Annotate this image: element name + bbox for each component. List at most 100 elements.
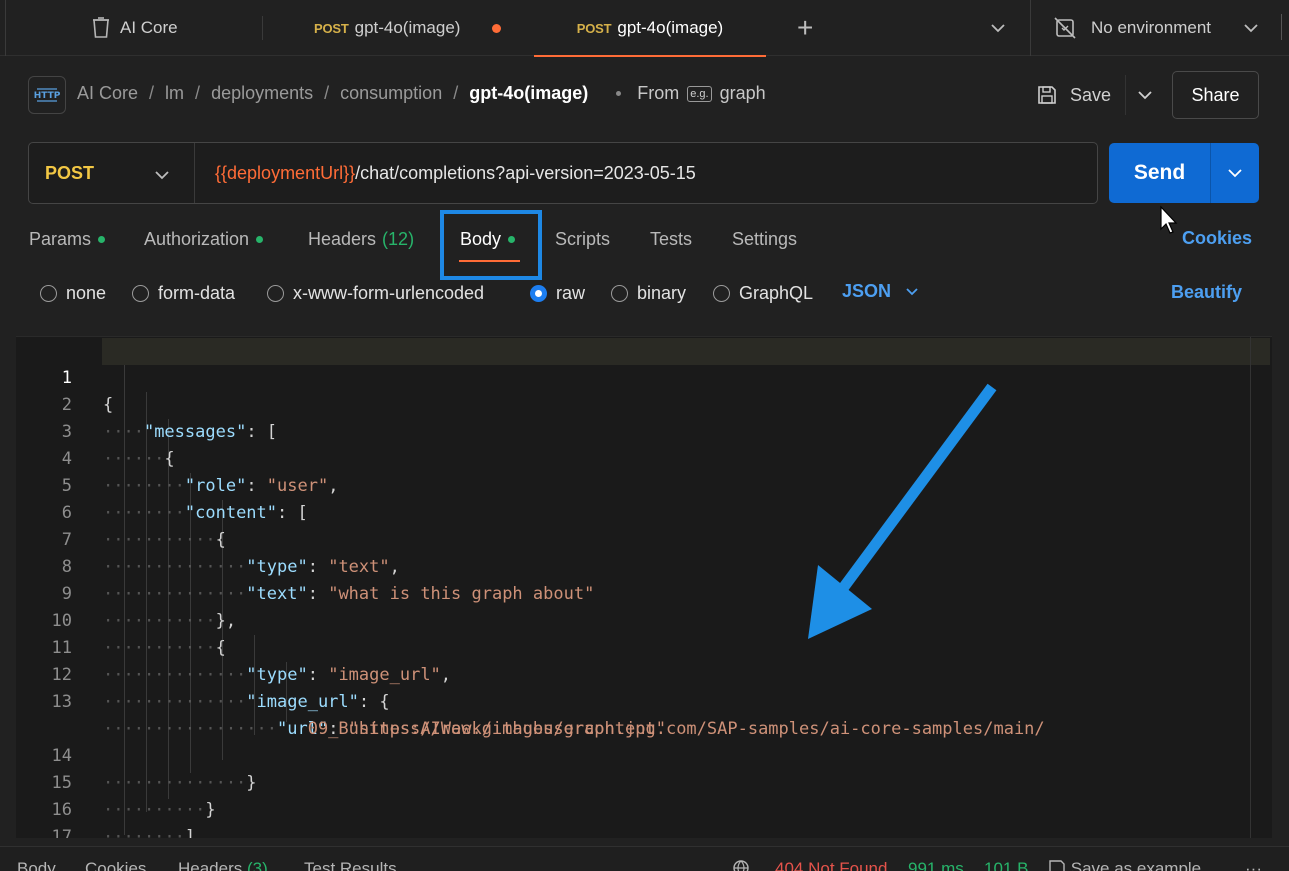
chevron-down-icon [1228,169,1242,178]
code-line: 4 ········"role": "user", [16,419,1272,496]
body-type-urlencoded[interactable]: x-www-form-urlencoded [267,281,484,305]
cookies-link[interactable]: Cookies [1182,228,1252,249]
save-example-button[interactable]: Save as example [1048,859,1201,871]
send-options-button[interactable] [1210,143,1259,203]
share-button[interactable]: Share [1172,71,1259,119]
tab-label: Scripts [555,228,611,249]
response-time[interactable]: 991 ms [908,859,964,871]
chevron-down-icon [1244,24,1258,33]
send-button[interactable]: Send [1109,143,1210,203]
tabs-chevron-down-icon[interactable] [990,20,1006,36]
tab-strip-border [5,0,6,56]
editor-scrollbar[interactable] [1250,337,1251,838]
body-type-none[interactable]: none [40,281,106,305]
tab-request-2-active[interactable]: POST gpt-4o(image) [534,0,766,57]
save-icon [1038,86,1056,104]
tab-authorization[interactable]: Authorization [144,226,264,252]
tab-label: Headers [308,228,377,249]
radio-icon [40,284,57,302]
environment-selector[interactable]: No environment [1030,0,1289,56]
code-line: 8 ··············"text": "what is this gr… [16,527,1272,604]
radio-icon [267,284,284,302]
tab-scripts[interactable]: Scripts [555,226,610,252]
mouse-pointer-icon [1160,205,1178,234]
url-input[interactable]: {{deploymentUrl}}/chat/completions?api-v… [195,163,696,184]
tab-strip: AI Core POST gpt-4o(image) POST gpt-4o(i… [0,0,1289,57]
tab-label: Settings [732,228,798,249]
body-type-form-data[interactable]: form-data [132,281,235,305]
save-label: Save [1070,84,1112,105]
tab-params[interactable]: Params [29,226,106,252]
response-bar: Body Cookies Headers (3) Test Results 40… [0,846,1289,871]
environment-label: No environment [1091,18,1212,37]
code-line: 1 { [16,338,1272,415]
collection-icon [93,17,109,38]
globe-icon[interactable] [732,859,750,871]
url-path: /chat/completions?api-version=2023-05-15 [355,162,696,183]
breadcrumb-item[interactable]: lm [165,83,184,104]
raw-format-select[interactable]: JSON [842,281,919,302]
request-name[interactable]: gpt-4o(image) [469,83,588,104]
body-type-graphql[interactable]: GraphQL [713,281,813,305]
body-type-raw[interactable]: raw [530,281,585,305]
annotation-arrow-icon [808,383,997,639]
svg-text:HTTP: HTTP [34,91,61,101]
method-select[interactable]: POST [29,143,195,203]
radio-label: none [66,282,107,303]
code-line: 16 ········] [16,770,1272,838]
response-size[interactable]: 101 B [984,859,1028,871]
tab-label: Params [29,228,92,249]
headers-count: (12) [382,228,415,249]
method-value: POST [45,162,95,183]
tab-label: Tests [650,228,693,249]
save-group: Save [1036,75,1163,115]
code-line: 14 ··············} [16,716,1272,793]
request-url-bar: POST {{deploymentUrl}}/chat/completions?… [28,142,1098,204]
tab-method: POST [576,20,612,36]
code-line: 11 ··············"type": "image_url", [16,608,1272,685]
tab-settings[interactable]: Settings [732,226,797,252]
response-tab-body[interactable]: Body [17,859,56,871]
code-line: 10 ···········{ [16,581,1272,658]
more-options-icon[interactable]: ··· [1245,859,1262,871]
save-options-button[interactable] [1125,75,1163,115]
tab-method: POST [314,20,349,36]
code-line: 7 ··············"type": "text", [16,500,1272,577]
unsaved-dot-icon [492,23,502,33]
new-tab-plus-icon[interactable]: + [797,14,813,42]
response-tab-cookies[interactable]: Cookies [85,859,146,871]
code-line-wrapped: 09_BusinessAIWeek/images/graph.jpg" [16,689,1272,739]
from-label: From [637,83,680,103]
save-example-label: Save as example [1070,859,1202,871]
code-editor[interactable]: 1 { 2 ····"messages": [ 3 ······{ 4 ····… [16,336,1272,838]
radio-label: form-data [158,282,236,303]
tab-tests[interactable]: Tests [650,226,692,252]
breadcrumb-separator: / [453,83,459,103]
chevron-down-icon [155,171,169,180]
response-status[interactable]: 404 Not Found [775,859,887,871]
radio-icon [611,284,628,302]
body-type-binary[interactable]: binary [611,281,686,305]
code-line: 3 ······{ [16,392,1272,469]
bullet-separator [616,91,622,96]
tab-headers[interactable]: Headers (12) [308,226,414,252]
radio-label: binary [637,282,687,303]
radio-label: x-www-form-urlencoded [293,282,485,303]
response-tab-headers[interactable]: Headers (3) [178,859,268,871]
radio-selected-icon [530,284,547,302]
tab-request-1[interactable]: POST gpt-4o(image) [314,0,502,56]
radio-label: GraphQL [739,282,814,303]
breadcrumb-item[interactable]: AI Core [77,83,138,104]
code-line: 9 ···········}, [16,554,1272,631]
active-dot-icon [98,235,106,243]
breadcrumb-item[interactable]: deployments [211,83,313,104]
tab-workspace[interactable]: AI Core [91,0,178,56]
beautify-link[interactable]: Beautify [1171,282,1242,303]
code-line: 17 ······} [16,797,1272,838]
response-tab-test-results[interactable]: Test Results [304,859,397,871]
from-example-link[interactable]: graph [720,83,766,104]
tab-label: Headers [178,859,243,871]
save-button[interactable]: Save [1036,75,1125,115]
breadcrumb-item[interactable]: consumption [340,83,442,104]
send-group: Send [1109,143,1259,203]
